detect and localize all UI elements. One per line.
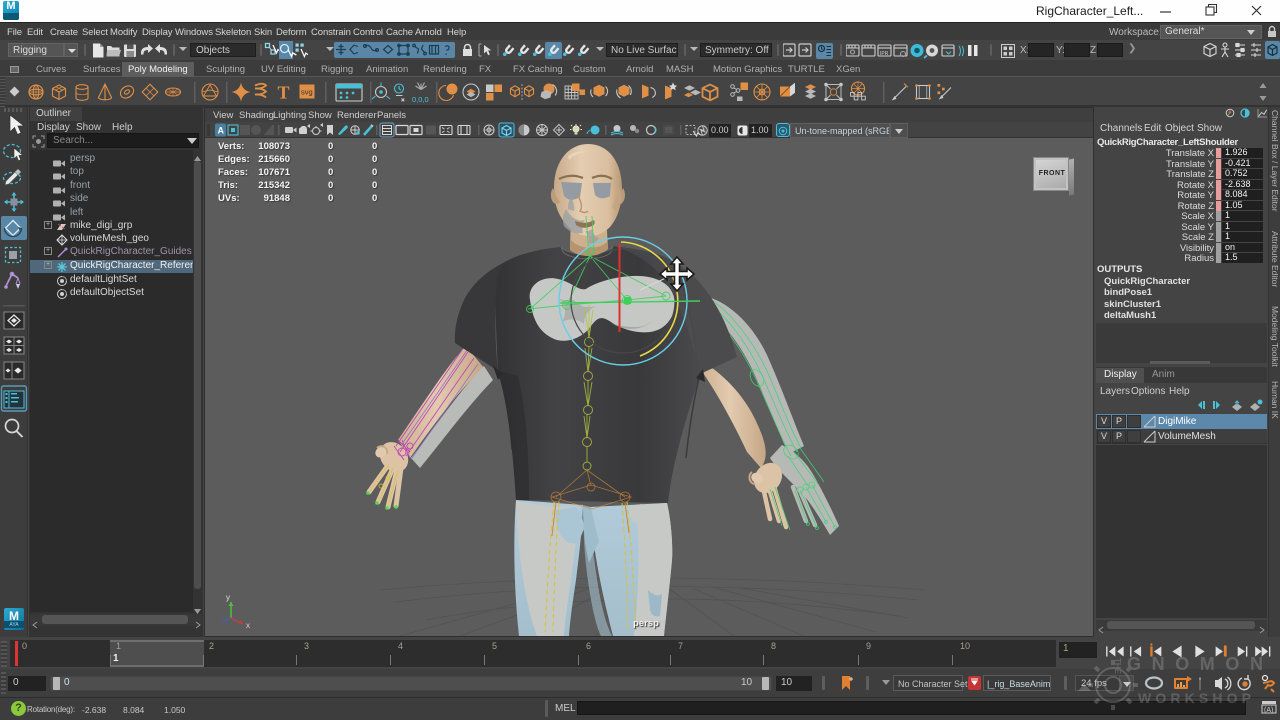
svg-text:0,0,0: 0,0,0: [412, 95, 429, 104]
svg-text:svg: svg: [301, 88, 313, 97]
svg-text:(A): (A): [1264, 707, 1273, 714]
svg-text:A: A: [218, 126, 225, 136]
svg-text:T: T: [278, 83, 290, 103]
svg-text:IPR: IPR: [880, 51, 889, 57]
svg-text:y: y: [226, 593, 230, 602]
svg-text:x: x: [246, 621, 250, 630]
